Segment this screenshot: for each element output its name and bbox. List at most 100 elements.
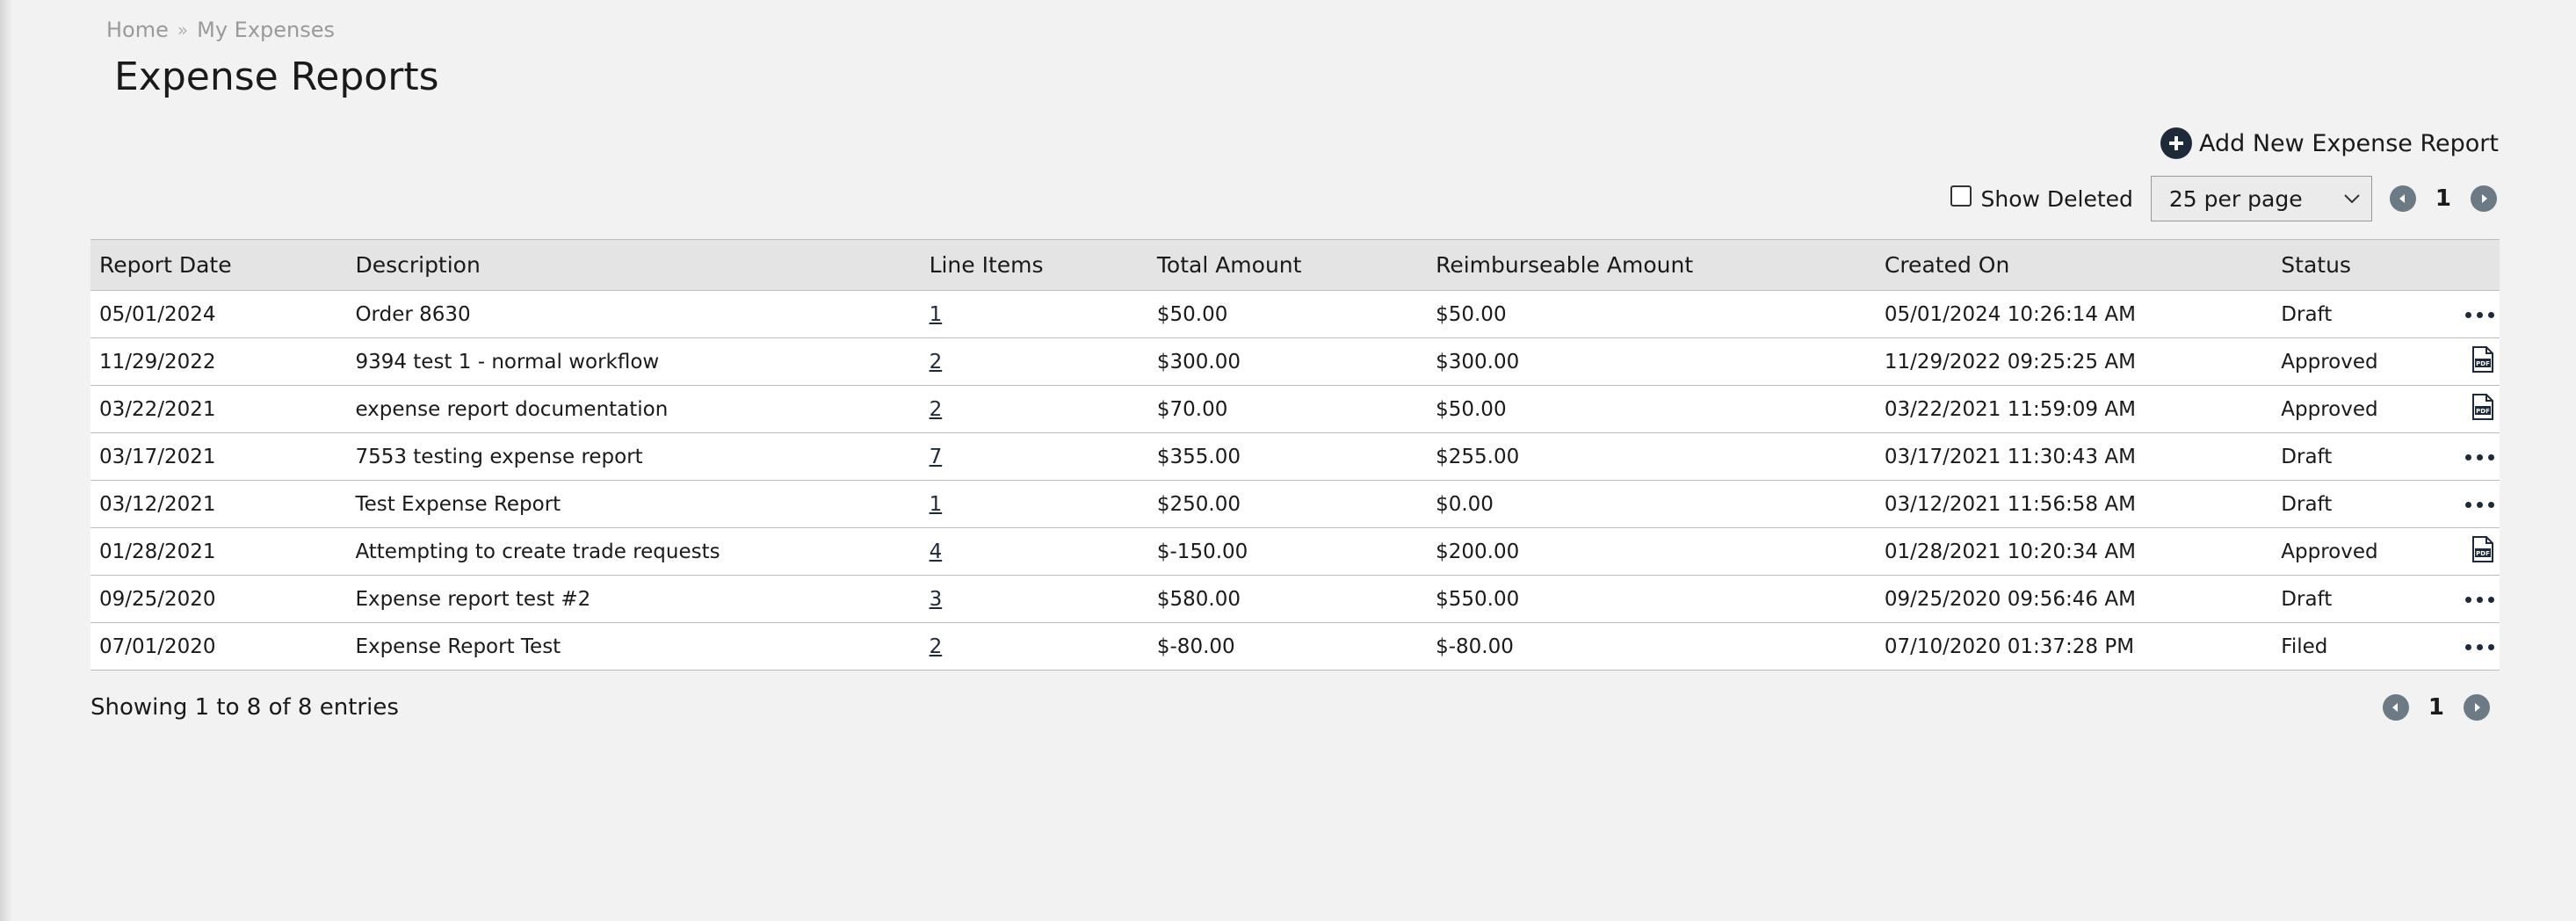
header-reimburseable-amount[interactable]: Reimburseable Amount bbox=[1427, 240, 1876, 291]
table-row: 01/28/2021 Attempting to create trade req… bbox=[90, 527, 2500, 576]
cell-reimburseable-amount: $255.00 bbox=[1436, 445, 1520, 468]
breadcrumb-my-expenses[interactable]: My Expenses bbox=[197, 18, 335, 42]
more-icon[interactable] bbox=[2465, 643, 2494, 650]
cell-actions bbox=[2457, 623, 2500, 671]
cell-line-items: 2 bbox=[921, 623, 1148, 671]
plus-circle-icon bbox=[2160, 127, 2192, 159]
cell-report-date: 01/28/2021 bbox=[99, 540, 216, 563]
line-items-link[interactable]: 1 bbox=[930, 493, 943, 516]
cell-actions bbox=[2457, 576, 2500, 623]
cell-created-on: 03/17/2021 11:30:43 AM bbox=[1884, 445, 2136, 468]
table-row: 03/22/2021 expense report documentation 2 $… bbox=[90, 385, 2500, 433]
per-page-value: 25 per page bbox=[2168, 185, 2303, 212]
chevron-down-icon bbox=[2344, 194, 2360, 204]
next-page-icon[interactable] bbox=[2471, 185, 2497, 212]
header-status[interactable]: Status bbox=[2272, 240, 2457, 291]
header-description[interactable]: Description bbox=[346, 240, 920, 291]
header-created-on[interactable]: Created On bbox=[1876, 240, 2272, 291]
header-line-items[interactable]: Line Items bbox=[921, 240, 1148, 291]
cell-reimburseable-amount: $-80.00 bbox=[1436, 635, 1514, 658]
add-new-expense-report-label: Add New Expense Report bbox=[2199, 129, 2499, 157]
cell-status: Draft bbox=[2281, 302, 2333, 326]
cell-status: Approved bbox=[2281, 540, 2378, 563]
svg-text:PDF: PDF bbox=[2476, 408, 2490, 415]
cell-line-items: 1 bbox=[921, 291, 1148, 338]
cell-report-date: 05/01/2024 bbox=[99, 302, 216, 326]
more-icon[interactable] bbox=[2465, 501, 2494, 508]
left-edge-shadow bbox=[0, 0, 12, 921]
cell-created-on: 05/01/2024 10:26:14 AM bbox=[1884, 302, 2136, 326]
cell-reimburseable-amount: $50.00 bbox=[1436, 397, 1507, 421]
line-items-link[interactable]: 1 bbox=[930, 303, 943, 326]
top-pagination: 1 bbox=[2389, 185, 2497, 212]
breadcrumb-separator: » bbox=[177, 19, 189, 40]
cell-actions: PDF bbox=[2457, 338, 2500, 386]
cell-report-date: 03/12/2021 bbox=[99, 492, 216, 516]
more-icon[interactable] bbox=[2465, 596, 2494, 603]
line-items-link[interactable]: 4 bbox=[930, 540, 943, 563]
cell-status: Approved bbox=[2281, 350, 2378, 373]
next-page-icon[interactable] bbox=[2464, 694, 2490, 721]
cell-reimburseable-amount: $200.00 bbox=[1436, 540, 1520, 563]
cell-status: Draft bbox=[2281, 587, 2333, 611]
line-items-link[interactable]: 3 bbox=[930, 588, 943, 611]
cell-line-items: 2 bbox=[921, 338, 1148, 386]
cell-description: 7553 testing expense report bbox=[355, 445, 643, 468]
cell-actions bbox=[2457, 433, 2500, 481]
header-report-date[interactable]: Report Date bbox=[90, 240, 346, 291]
cell-actions: PDF bbox=[2457, 386, 2500, 433]
table-row: 03/12/2021 Test Expense Report 1 $250.00 $0.… bbox=[90, 480, 2500, 528]
table-row: 03/17/2021 7553 testing expense report 7 $3… bbox=[90, 432, 2500, 481]
table-row: 09/25/2020 Expense report test #2 3 $580.00… bbox=[90, 575, 2500, 623]
breadcrumb: Home » My Expenses bbox=[106, 18, 335, 42]
pdf-icon[interactable]: PDF bbox=[2471, 345, 2494, 378]
pdf-icon[interactable]: PDF bbox=[2471, 535, 2494, 568]
more-icon[interactable] bbox=[2465, 453, 2494, 460]
header-actions bbox=[2457, 240, 2500, 291]
previous-page-icon[interactable] bbox=[2382, 694, 2409, 721]
cell-report-date: 03/17/2021 bbox=[99, 445, 216, 468]
breadcrumb-home[interactable]: Home bbox=[106, 18, 169, 42]
show-deleted-checkbox[interactable] bbox=[1950, 185, 1972, 207]
line-items-link[interactable]: 2 bbox=[930, 398, 943, 421]
add-new-expense-report-button[interactable]: Add New Expense Report bbox=[2160, 127, 2499, 159]
cell-total-amount: $580.00 bbox=[1156, 587, 1241, 611]
table-row: 07/01/2020 Expense Report Test 2 $-80.00 $-8… bbox=[90, 622, 2500, 671]
table-row: 05/01/2024 Order 8630 1 $50.00 $50.00 05/01/2… bbox=[90, 290, 2500, 338]
per-page-select[interactable]: 25 per page bbox=[2150, 176, 2372, 221]
cell-reimburseable-amount: $0.00 bbox=[1436, 492, 1494, 516]
cell-reimburseable-amount: $550.00 bbox=[1436, 587, 1520, 611]
header-total-amount[interactable]: Total Amount bbox=[1148, 240, 1427, 291]
table-toolbar: Show Deleted 25 per page 1 bbox=[1950, 176, 2497, 221]
svg-text:PDF: PDF bbox=[2476, 550, 2490, 557]
previous-page-icon[interactable] bbox=[2389, 185, 2416, 212]
cell-total-amount: $70.00 bbox=[1156, 397, 1228, 421]
bottom-pagination: 1 bbox=[2382, 694, 2490, 721]
cell-created-on: 01/28/2021 10:20:34 AM bbox=[1884, 540, 2136, 563]
cell-description: Order 8630 bbox=[355, 302, 471, 326]
line-items-link[interactable]: 2 bbox=[930, 351, 943, 373]
cell-status: Draft bbox=[2281, 492, 2333, 516]
cell-line-items: 1 bbox=[921, 481, 1148, 528]
cell-report-date: 03/22/2021 bbox=[99, 397, 216, 421]
current-page-number[interactable]: 1 bbox=[2435, 185, 2451, 212]
line-items-link[interactable]: 2 bbox=[930, 635, 943, 658]
cell-report-date: 09/25/2020 bbox=[99, 587, 216, 611]
cell-line-items: 4 bbox=[921, 528, 1148, 576]
cell-description: Expense Report Test bbox=[355, 635, 561, 658]
show-deleted-toggle[interactable]: Show Deleted bbox=[1950, 185, 2133, 212]
cell-total-amount: $250.00 bbox=[1156, 492, 1241, 516]
line-items-link[interactable]: 7 bbox=[930, 446, 943, 468]
cell-actions bbox=[2457, 481, 2500, 528]
more-icon[interactable] bbox=[2465, 311, 2494, 318]
cell-total-amount: $50.00 bbox=[1156, 302, 1228, 326]
cell-description: expense report documentation bbox=[355, 397, 669, 421]
cell-status: Draft bbox=[2281, 445, 2333, 468]
cell-total-amount: $-150.00 bbox=[1156, 540, 1248, 563]
cell-created-on: 03/22/2021 11:59:09 AM bbox=[1884, 397, 2136, 421]
svg-text:PDF: PDF bbox=[2476, 360, 2490, 367]
pdf-icon[interactable]: PDF bbox=[2471, 393, 2494, 425]
cell-line-items: 7 bbox=[921, 433, 1148, 481]
current-page-number[interactable]: 1 bbox=[2428, 694, 2444, 721]
cell-status: Approved bbox=[2281, 397, 2378, 421]
